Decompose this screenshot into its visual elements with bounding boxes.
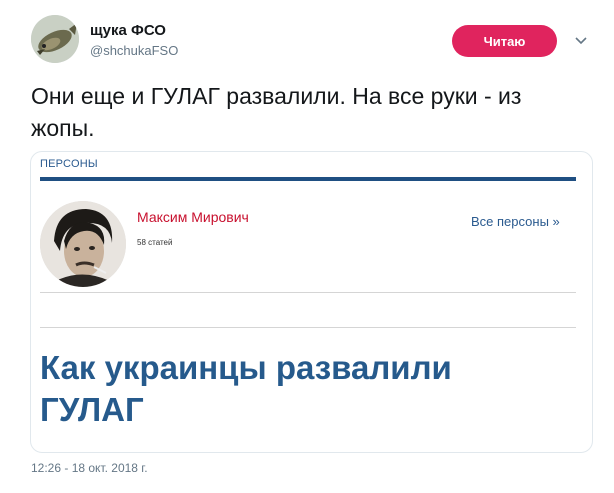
card-divider bbox=[40, 292, 576, 293]
all-persons-link[interactable]: Все персоны » bbox=[471, 214, 560, 229]
pike-fish-icon bbox=[31, 15, 79, 63]
link-card[interactable]: ПЕРСОНЫ Максим Мирович 58 статей Все пер… bbox=[30, 151, 593, 453]
card-section-label: ПЕРСОНЫ bbox=[40, 158, 98, 170]
chevron-down-icon[interactable] bbox=[574, 33, 588, 47]
author-handle[interactable]: @shchukaFSO bbox=[90, 43, 178, 58]
author-avatar[interactable] bbox=[31, 15, 79, 63]
person-article-count: 58 статей bbox=[137, 238, 173, 247]
follow-button[interactable]: Читаю bbox=[452, 25, 557, 57]
section-rule bbox=[40, 177, 576, 181]
tweet-text: Они еще и ГУЛАГ развалили. На все руки -… bbox=[31, 83, 522, 141]
person-photo[interactable] bbox=[40, 201, 126, 287]
card-divider bbox=[40, 327, 576, 328]
author-display-name[interactable]: щука ФСО bbox=[90, 22, 166, 39]
tweet-timestamp[interactable]: 12:26 - 18 окт. 2018 г. bbox=[31, 461, 148, 475]
tweet: щука ФСО @shchukaFSO Читаю Они еще и ГУЛ… bbox=[0, 0, 614, 493]
card-headline[interactable]: Как украинцы развалили ГУЛАГ bbox=[40, 347, 560, 431]
person-name-link[interactable]: Максим Мирович bbox=[137, 209, 249, 225]
